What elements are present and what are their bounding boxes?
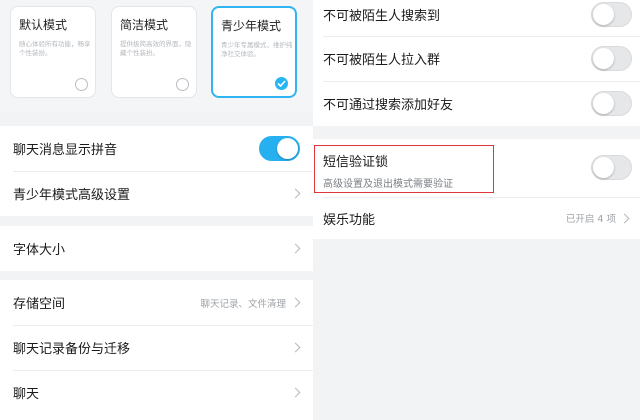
mode-title: 青少年模式 [221, 19, 282, 33]
font-size-row[interactable]: 字体大小 [0, 226, 313, 271]
no-group-row: 不可被陌生人拉入群 [313, 36, 640, 81]
mode-radio[interactable] [75, 78, 88, 91]
mode-title: 简洁模式 [120, 18, 169, 32]
toggle-knob [593, 93, 614, 114]
chat-settings-group: 聊天消息显示拼音 青少年模式高级设置 [0, 126, 313, 216]
mode-description: 提供极简高效的界面，隐藏个性装扮。 [120, 40, 192, 57]
mode-description: 青少年专属模式，维护纯净社交体验。 [221, 41, 293, 58]
no-group-toggle[interactable] [591, 46, 632, 71]
no-add-label: 不可通过搜索添加好友 [323, 98, 454, 113]
mode-card-default[interactable]: 默认模式 随心体验所有功能，畅享个性装扮。 [10, 6, 96, 98]
pinyin-toggle[interactable] [259, 136, 300, 161]
chat-row[interactable]: 聊天 [0, 370, 313, 415]
entertainment-label: 娱乐功能 [323, 212, 376, 228]
no-search-label: 不可被陌生人搜索到 [323, 9, 441, 24]
sms-lock-toggle[interactable] [591, 155, 632, 180]
storage-label: 存储空间 [13, 297, 66, 312]
check-icon[interactable] [275, 77, 288, 90]
teen-advanced-label: 青少年模式高级设置 [13, 188, 131, 203]
backup-row[interactable]: 聊天记录备份与迁移 [0, 325, 313, 370]
toggle-knob [593, 157, 614, 178]
storage-value: 聊天记录、文件清理 [200, 298, 286, 310]
no-add-toggle[interactable] [591, 91, 632, 116]
chevron-right-icon [290, 387, 301, 398]
backup-label: 聊天记录备份与迁移 [13, 342, 131, 357]
chevron-right-icon [290, 188, 301, 199]
no-group-label: 不可被陌生人拉入群 [323, 53, 441, 68]
mode-card-simple[interactable]: 简洁模式 提供极简高效的界面，隐藏个性装扮。 [111, 6, 197, 98]
left-settings-panel: 默认模式 随心体验所有功能，畅享个性装扮。 简洁模式 提供极简高效的界面，隐藏个… [0, 0, 313, 420]
entertainment-row[interactable]: 娱乐功能 已开启 4 项 [313, 197, 640, 239]
privacy-group: 不可被陌生人搜索到 不可被陌生人拉入群 不可通过搜索添加好友 [313, 0, 640, 126]
mode-card-teen[interactable]: 青少年模式 青少年专属模式，维护纯净社交体验。 [211, 6, 297, 98]
chevron-right-icon [290, 342, 301, 353]
mode-selector: 默认模式 随心体验所有功能，畅享个性装扮。 简洁模式 提供极简高效的界面，隐藏个… [0, 0, 313, 112]
mode-title: 默认模式 [19, 18, 68, 32]
teen-advanced-row[interactable]: 青少年模式高级设置 [0, 171, 313, 216]
no-add-row: 不可通过搜索添加好友 [313, 81, 640, 126]
toggle-knob [277, 138, 298, 159]
toggle-knob [593, 48, 614, 69]
highlight-box [314, 145, 494, 193]
chat-label: 聊天 [13, 387, 40, 402]
storage-row[interactable]: 存储空间 聊天记录、文件清理 [0, 280, 313, 325]
toggle-knob [593, 4, 614, 25]
pinyin-label: 聊天消息显示拼音 [13, 143, 118, 158]
chevron-right-icon [619, 213, 630, 223]
mode-radio[interactable] [176, 78, 189, 91]
storage-group: 存储空间 聊天记录、文件清理 聊天记录备份与迁移 聊天 [0, 280, 313, 420]
no-search-row: 不可被陌生人搜索到 [313, 0, 640, 37]
chevron-right-icon [290, 297, 301, 308]
right-settings-panel: 不可被陌生人搜索到 不可被陌生人拉入群 不可通过搜索添加好友 短信验证锁 高级设… [313, 0, 640, 420]
chevron-right-icon [290, 243, 301, 254]
no-search-toggle[interactable] [591, 2, 632, 27]
entertainment-value: 已开启 4 项 [565, 214, 616, 225]
font-group: 字体大小 [0, 226, 313, 271]
pinyin-row: 聊天消息显示拼音 [0, 126, 313, 171]
font-size-label: 字体大小 [13, 243, 66, 258]
mode-description: 随心体验所有功能，畅享个性装扮。 [19, 40, 91, 57]
